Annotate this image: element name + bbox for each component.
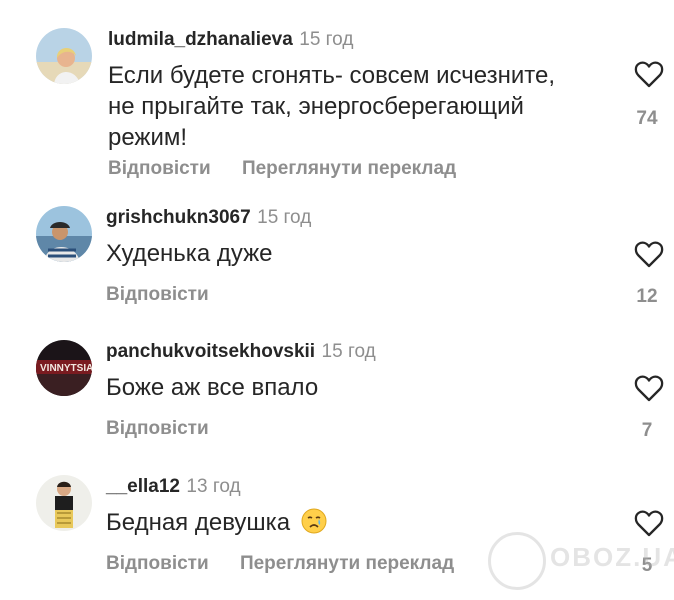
avatar[interactable]	[36, 475, 92, 531]
reply-button[interactable]: Відповісти	[106, 553, 209, 574]
comment-text: Боже аж все впало	[106, 374, 319, 401]
avatar-sign-text: VINNYTSIA	[40, 363, 92, 374]
see-translation-button[interactable]: Переглянути переклад	[240, 553, 454, 574]
username[interactable]: grishchukn3067	[106, 207, 251, 228]
avatar[interactable]	[36, 206, 92, 262]
comment-header: __ella12 13 год	[106, 475, 241, 500]
reply-button[interactable]: Відповісти	[106, 418, 209, 439]
watermark-circle-icon	[488, 532, 546, 590]
watermark-logo: OBOZ.UA	[488, 528, 674, 592]
like-count: 7	[641, 420, 653, 441]
like-count: 74	[636, 108, 658, 129]
avatar-photo	[36, 206, 92, 262]
username[interactable]: __ella12	[106, 476, 180, 497]
comment-item: ludmila_dzhanalieva 15 год Если будете с…	[0, 28, 674, 188]
comment-actions: Відповісти	[106, 284, 209, 306]
avatar[interactable]: VINNYTSIA	[36, 340, 92, 396]
comment-actions: Відповісти	[106, 418, 209, 440]
like-heart-icon[interactable]	[634, 60, 664, 88]
username[interactable]: panchukvoitsekhovskii	[106, 341, 315, 362]
comment-text: Худенька дуже	[106, 240, 273, 267]
timestamp: 15 год	[321, 341, 376, 362]
avatar-photo	[36, 28, 92, 84]
avatar-photo	[36, 475, 92, 531]
see-translation-button[interactable]: Переглянути переклад	[242, 158, 456, 179]
like-heart-icon[interactable]	[634, 240, 664, 268]
comment-header: ludmila_dzhanalieva 15 год	[108, 28, 353, 53]
like-count: 12	[636, 286, 658, 307]
comment-item: grishchukn3067 15 год Худенька дуже Відп…	[0, 206, 674, 316]
timestamp: 15 год	[299, 29, 354, 50]
watermark-text: OBOZ.UA	[550, 542, 674, 572]
comment-text-body: Бедная девушка	[106, 509, 291, 536]
comment-actions: Відповісти Переглянути переклад	[108, 158, 456, 180]
reply-button[interactable]: Відповісти	[108, 158, 211, 179]
username[interactable]: ludmila_dzhanalieva	[108, 29, 293, 50]
comment-header: panchukvoitsekhovskii 15 год	[106, 340, 376, 365]
reply-button[interactable]: Відповісти	[106, 284, 209, 305]
timestamp: 15 год	[257, 207, 312, 228]
avatar-photo: VINNYTSIA	[36, 340, 92, 396]
comment-text: Если будете сгонять- совсем исчезните, н…	[108, 62, 555, 151]
comment-actions: Відповісти Переглянути переклад	[106, 553, 454, 575]
timestamp: 13 год	[186, 476, 241, 497]
comment-header: grishchukn3067 15 год	[106, 206, 311, 231]
crying-emoji-icon	[301, 508, 327, 542]
comment-item: VINNYTSIA panchukvoitsekhovskii 15 год Б…	[0, 340, 674, 450]
like-heart-icon[interactable]	[634, 374, 664, 402]
avatar[interactable]	[36, 28, 92, 84]
